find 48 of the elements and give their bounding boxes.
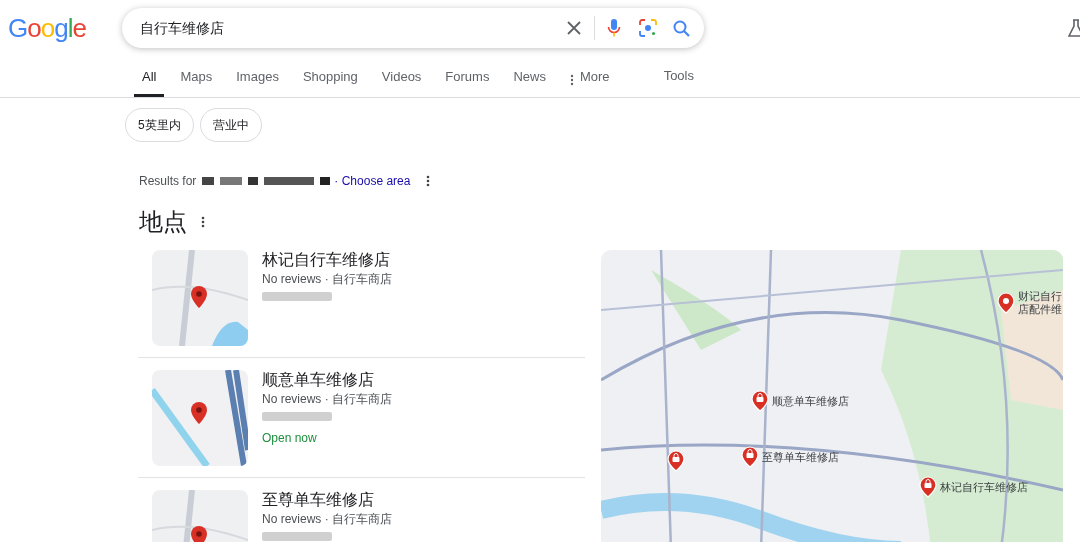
google-logo[interactable]: Google	[8, 8, 84, 48]
place-name[interactable]: 至尊单车维修店	[262, 490, 392, 510]
place-details: No reviews · 自行车商店	[262, 511, 392, 528]
close-icon[interactable]	[566, 20, 582, 36]
open-status: Open now	[262, 430, 318, 447]
place-name[interactable]: 林记自行车维修店	[262, 250, 392, 270]
shopping-bag-pin-icon[interactable]	[751, 390, 769, 412]
nav-tab[interactable]: Images	[228, 56, 287, 97]
pin-label: 店配件维	[1018, 303, 1062, 316]
choose-area-link[interactable]: · Choose area	[334, 172, 411, 190]
redacted-address	[262, 412, 332, 421]
camera-lens-icon[interactable]	[639, 19, 657, 37]
pin-label: 顺意单车维修店	[772, 394, 849, 408]
flask-icon[interactable]	[1068, 19, 1080, 37]
shopping-bag-pin-icon[interactable]	[919, 476, 937, 498]
map-thumbnail[interactable]	[152, 250, 248, 346]
shopping-bag-pin-icon[interactable]	[667, 450, 685, 472]
search-icon[interactable]	[673, 19, 690, 37]
place-name[interactable]: 顺意单车维修店	[262, 370, 392, 390]
tools-tab[interactable]: Tools	[663, 65, 694, 97]
nav-tab[interactable]: Shopping	[294, 56, 366, 97]
more-options-icon[interactable]	[426, 175, 431, 187]
map-thumbnail[interactable]	[152, 370, 248, 466]
redacted-address	[262, 532, 332, 541]
section-title: 地点	[139, 207, 187, 237]
nav-tab[interactable]: Forums	[437, 56, 498, 97]
search-query: 自行车维修店	[140, 18, 225, 38]
place-details: No reviews · 自行车商店	[262, 391, 392, 408]
nav-tab[interactable]: Videos	[373, 56, 430, 97]
filter-chip[interactable]: 营业中	[199, 108, 262, 142]
more-icon	[569, 74, 574, 86]
redacted-address	[262, 292, 332, 301]
place-details: No reviews · 自行车商店	[262, 271, 392, 288]
nav-tab[interactable]: Maps	[172, 56, 221, 97]
pin-label: 林记自行车维修店	[940, 480, 1028, 494]
results-for-label: Results for	[139, 173, 197, 190]
shopping-bag-pin-icon[interactable]	[741, 446, 759, 468]
search-field[interactable]: 自行车维修店	[122, 8, 704, 48]
pin-label: 财记自行	[1018, 290, 1062, 303]
nav-tab[interactable]: News	[505, 56, 554, 97]
map-pin-icon[interactable]	[997, 292, 1015, 314]
map-drawing[interactable]: 财记自行 店配件维 顺意单车维修店 至尊单车维修店 林记自行车维修店	[601, 250, 1063, 542]
nav-tab[interactable]: More	[561, 56, 618, 97]
microphone-icon[interactable]	[607, 18, 621, 38]
more-options-icon[interactable]	[201, 216, 205, 228]
nav-tab[interactable]: All	[134, 56, 165, 97]
filter-chip[interactable]: 5英里内	[125, 108, 194, 142]
pin-label: 至尊单车维修店	[762, 450, 839, 464]
